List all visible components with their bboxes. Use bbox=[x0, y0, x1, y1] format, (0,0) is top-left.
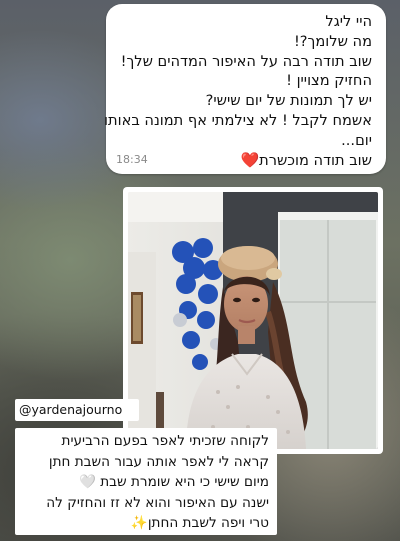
message-line-text: שוב תודה מוכשרת bbox=[259, 151, 372, 169]
photo-card bbox=[123, 187, 383, 454]
caption-line: טרי ויפה לשבת החתן✨ bbox=[130, 515, 269, 532]
message-line: יש לך תמונות של יום שישי? bbox=[205, 92, 372, 110]
message-text: היי ליגל מה שלומך?! שוב תודה רבה על האיפ… bbox=[104, 12, 372, 171]
caption-line: ישנה עם האיפור והוא לא זז והחזיק לה bbox=[46, 494, 269, 511]
heart-icon: ❤️ bbox=[240, 150, 260, 169]
message-timestamp: 18:34 bbox=[116, 153, 148, 166]
bride-photo bbox=[128, 192, 378, 449]
instagram-handle-tag[interactable]: @yardenajourno bbox=[15, 399, 139, 421]
story-caption: לקוחה שזכיתי לאפר בפעם הרביעית קראה לי ל… bbox=[15, 428, 277, 535]
caption-text: לקוחה שזכיתי לאפר בפעם הרביעית קראה לי ל… bbox=[19, 431, 269, 534]
caption-line: מיום שישי כי היא שומרת שבת 🤍 bbox=[78, 474, 269, 491]
message-line: החזיק מצויין ! bbox=[286, 72, 372, 90]
message-last-line: שוב תודה מוכשרת❤️ bbox=[116, 151, 372, 171]
message-line: יום... bbox=[341, 131, 372, 149]
message-line: שוב תודה רבה על האיפור המדהים שלך! bbox=[120, 52, 372, 70]
message-line: מה שלומך?! bbox=[293, 32, 372, 50]
caption-line: לקוחה שזכיתי לאפר בפעם הרביעית bbox=[61, 433, 269, 449]
message-line: אשמח לקבל ! לא צילמתי אף תמונה באותו bbox=[104, 111, 372, 129]
message-bubble: היי ליגל מה שלומך?! שוב תודה רבה על האיפ… bbox=[104, 4, 386, 174]
message-line: היי ליגל bbox=[325, 13, 372, 30]
caption-line: קראה לי לאפר אותה עבור השבת חתן bbox=[48, 453, 269, 470]
